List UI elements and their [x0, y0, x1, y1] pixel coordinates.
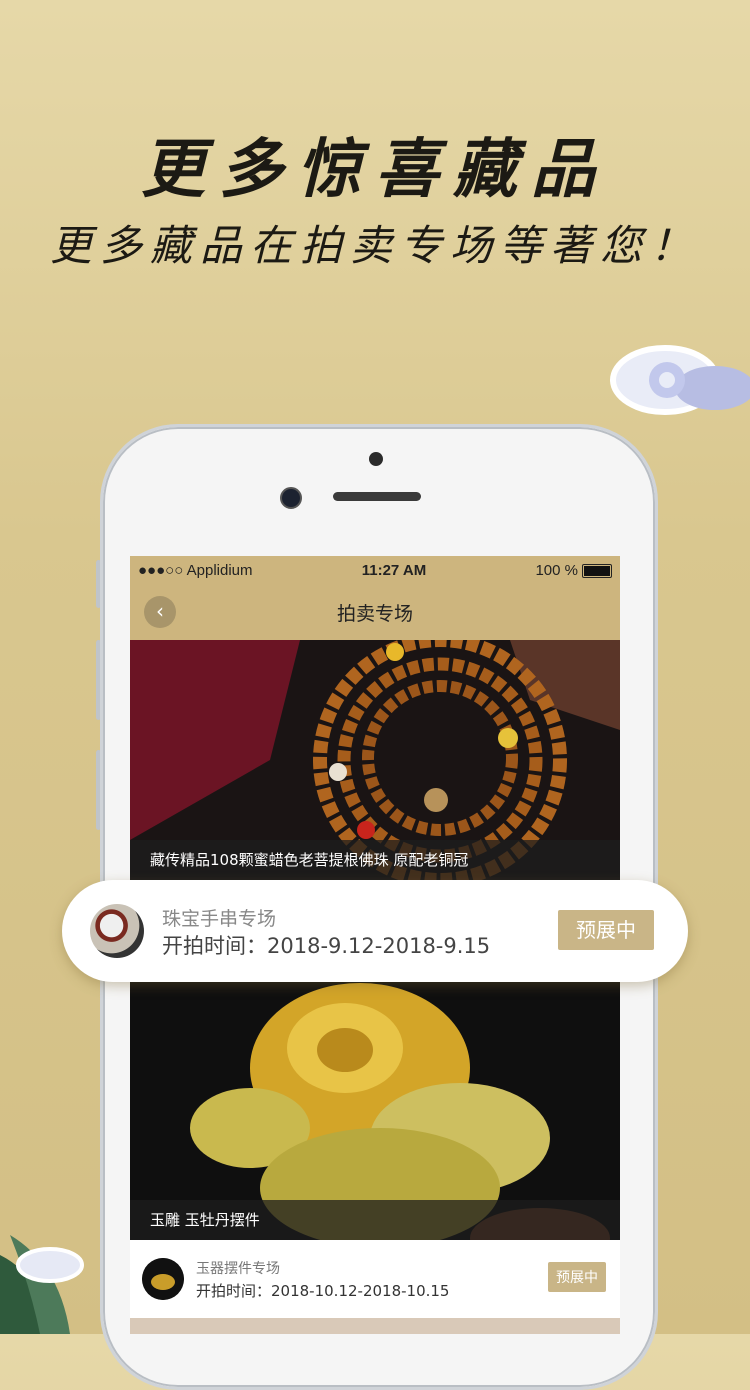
headline: 更多惊喜藏品	[141, 132, 609, 207]
cloud-decoration	[610, 345, 750, 415]
session-time: 开拍时间：2018-10.12-2018-10.15	[196, 1281, 450, 1300]
auction-image-1[interactable]: 藏传精品108颗蜜蜡色老菩提根佛珠 原配老铜冠	[130, 640, 620, 880]
camera-icon	[280, 487, 302, 509]
battery-label: 100 %	[535, 561, 578, 579]
auction-image-2[interactable]: 玉雕 玉牡丹摆件	[130, 978, 620, 1240]
nav-title: 拍卖专场	[336, 602, 413, 625]
subheadline: 更多藏品在拍卖专场等著您！	[49, 221, 700, 270]
carrier-label: ●●●○○ Applidium	[138, 561, 253, 579]
leaf-decoration	[0, 1235, 84, 1334]
session-name: 玉器摆件专场	[196, 1260, 280, 1277]
back-button[interactable]: ‹	[144, 596, 176, 628]
status-bar: ●●●○○ Applidium 11:27 AM 100 %	[130, 556, 620, 584]
status-badge[interactable]: 预展中	[558, 910, 654, 950]
status-badge[interactable]: 预展中	[548, 1262, 606, 1292]
list-item[interactable]: 玉器摆件专场 开拍时间：2018-10.12-2018-10.15 预展中	[130, 1240, 620, 1318]
status-time: 11:27 AM	[361, 561, 427, 579]
battery-status: 100 %	[535, 562, 612, 579]
battery-icon	[581, 563, 612, 578]
speaker	[333, 492, 421, 501]
nav-bar: ‹ 拍卖专场	[130, 584, 620, 640]
session-time: 开拍时间：2018-9.12-2018-9.15	[162, 934, 491, 958]
item-caption: 藏传精品108颗蜜蜡色老菩提根佛珠 原配老铜冠	[130, 840, 620, 880]
avatar	[90, 904, 144, 958]
item-caption: 玉雕 玉牡丹摆件	[130, 1200, 620, 1240]
sensor-dot	[369, 452, 383, 466]
next-item-preview	[130, 1318, 620, 1334]
featured-session-card[interactable]: 珠宝手串专场 开拍时间：2018-9.12-2018-9.15 预展中	[62, 880, 688, 982]
session-name: 珠宝手串专场	[162, 908, 277, 930]
avatar	[142, 1258, 184, 1300]
